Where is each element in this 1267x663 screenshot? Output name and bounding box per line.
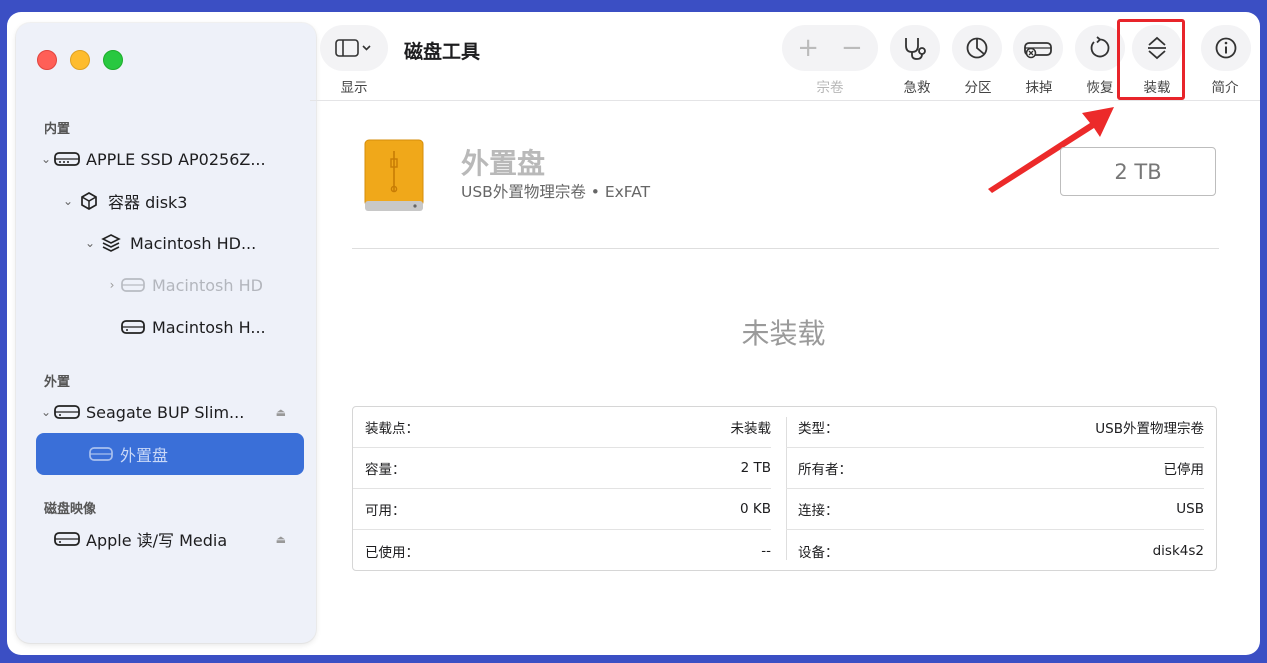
chevron-down-icon[interactable]: ⌄: [38, 405, 54, 419]
info-row-mount-point: 装载点： 未装载: [353, 407, 771, 448]
close-button[interactable]: [37, 50, 57, 70]
restore-icon: [1090, 36, 1110, 58]
add-volume-icon[interactable]: +: [797, 33, 819, 63]
info-column-left: 装载点： 未装载 容量： 2 TB 可用： 0 KB 已使用： --: [353, 407, 785, 571]
info-value: 已停用: [1163, 462, 1205, 478]
info-row-available: 可用： 0 KB: [353, 489, 771, 530]
sidebar-item-label: Seagate BUP Slim...: [86, 402, 245, 422]
sidebar-item-seagate[interactable]: ⌄ Seagate BUP Slim... ⏏: [38, 394, 308, 430]
chevron-right-icon[interactable]: ›: [104, 278, 120, 292]
view-label: 显示: [340, 80, 368, 96]
first-aid-button[interactable]: [890, 25, 940, 71]
info-row-device: 设备： disk4s2: [786, 530, 1204, 571]
drive-subtitle: USB外置物理宗卷 • ExFAT: [461, 183, 651, 201]
header-separator: [352, 248, 1219, 249]
info-table: 装载点： 未装载 容量： 2 TB 可用： 0 KB 已使用： -- 类型： U…: [352, 406, 1217, 571]
info-key: 类型：: [798, 421, 839, 437]
info-key: 连接：: [798, 503, 839, 519]
remove-volume-icon[interactable]: −: [841, 33, 863, 63]
info-row-type: 类型： USB外置物理宗卷: [786, 407, 1204, 448]
pie-chart-icon: [966, 37, 988, 59]
info-icon: [1215, 37, 1237, 59]
drive-icon: [54, 529, 80, 549]
info-row-owners: 所有者： 已停用: [786, 448, 1204, 489]
disk-utility-window: 内置 ⌄ APPLE SSD AP0256Z... ⌄ 容器 disk3 ⌄ M…: [7, 12, 1260, 655]
info-value: USB外置物理宗卷: [1095, 421, 1204, 437]
stethoscope-icon: [905, 38, 926, 60]
erase-drive-icon: [1024, 42, 1052, 59]
external-drive-icon: [54, 402, 80, 422]
volume-stack-icon: [98, 233, 124, 253]
minimize-button[interactable]: [70, 50, 90, 70]
section-disk-images: 磁盘映像: [44, 502, 97, 517]
drive-name: 外置盘: [461, 147, 546, 180]
zoom-button[interactable]: [103, 50, 123, 70]
partition-button[interactable]: [952, 25, 1002, 71]
info-row-connection: 连接： USB: [786, 489, 1204, 530]
info-key: 可用：: [365, 503, 406, 519]
drive-size-badge: 2 TB: [1060, 147, 1216, 196]
section-external: 外置: [44, 375, 71, 390]
sidebar-item-label: 容器 disk3: [108, 193, 188, 212]
app-title: 磁盘工具: [404, 41, 481, 63]
section-internal: 内置: [44, 122, 71, 137]
sidebar-item-label: 外置盘: [120, 446, 169, 465]
info-value: 0 KB: [740, 501, 771, 517]
info-key: 容量：: [365, 462, 406, 478]
container-icon: [76, 191, 102, 211]
sidebar-item-label: Macintosh HD: [152, 275, 263, 295]
eject-icon[interactable]: ⏏: [276, 533, 286, 546]
drive-icon: [88, 444, 114, 464]
sidebar-item-label: Apple 读/写 Media: [86, 531, 228, 550]
info-key: 所有者：: [798, 462, 852, 478]
sidebar-item-macintosh-hd[interactable]: › Macintosh HD: [104, 267, 263, 303]
info-button[interactable]: [1201, 25, 1251, 71]
chevron-down-icon[interactable]: ⌄: [82, 236, 98, 250]
erase-button[interactable]: [1013, 25, 1063, 71]
erase-label: 抹掉: [1025, 80, 1053, 96]
sidebar-item-label: APPLE SSD AP0256Z...: [86, 149, 266, 169]
info-row-capacity: 容量： 2 TB: [353, 448, 771, 489]
info-row-used: 已使用： --: [353, 530, 771, 571]
sidebar-item-external-disk-selected[interactable]: 外置盘: [36, 433, 304, 475]
sidebar-item-label: Macintosh HD...: [130, 233, 257, 253]
view-button[interactable]: [320, 25, 388, 71]
info-value: --: [761, 542, 771, 559]
info-column-right: 类型： USB外置物理宗卷 所有者： 已停用 连接： USB 设备： disk4…: [786, 407, 1216, 571]
info-value: 2 TB: [740, 460, 771, 476]
sidebar-item-macintosh-hd-group[interactable]: ⌄ Macintosh HD...: [82, 225, 256, 261]
selected-row-content: 外置盘: [88, 436, 168, 472]
first-aid-label: 急救: [903, 80, 931, 96]
info-key: 已使用：: [365, 544, 419, 561]
sidebar-item-apple-ssd[interactable]: ⌄ APPLE SSD AP0256Z...: [38, 141, 266, 177]
drive-icon: [120, 275, 146, 295]
volume-label: 宗卷: [816, 80, 844, 96]
external-drive-large-icon: [364, 139, 424, 211]
mount-status-text: 未装载: [741, 317, 826, 350]
info-value: USB: [1176, 501, 1204, 517]
volume-button-group: + −: [782, 25, 878, 71]
chevron-down-icon[interactable]: ⌄: [60, 194, 76, 208]
info-label: 简介: [1211, 80, 1239, 96]
mount-highlight-box: [1117, 19, 1185, 100]
partition-label: 分区: [964, 80, 992, 96]
sidebar-toggle-icon: [335, 39, 371, 57]
chevron-down-icon[interactable]: ⌄: [38, 152, 54, 166]
info-value: disk4s2: [1152, 542, 1204, 559]
info-value: 未装载: [730, 421, 772, 437]
eject-icon[interactable]: ⏏: [276, 406, 286, 419]
info-key: 装载点：: [365, 421, 419, 437]
internal-drive-icon: [54, 149, 80, 169]
info-key: 设备：: [798, 544, 839, 561]
sidebar-item-container[interactable]: ⌄ 容器 disk3: [60, 183, 187, 219]
sidebar-item-apple-media[interactable]: Apple 读/写 Media ⏏: [54, 521, 308, 557]
window-controls: [37, 50, 123, 70]
